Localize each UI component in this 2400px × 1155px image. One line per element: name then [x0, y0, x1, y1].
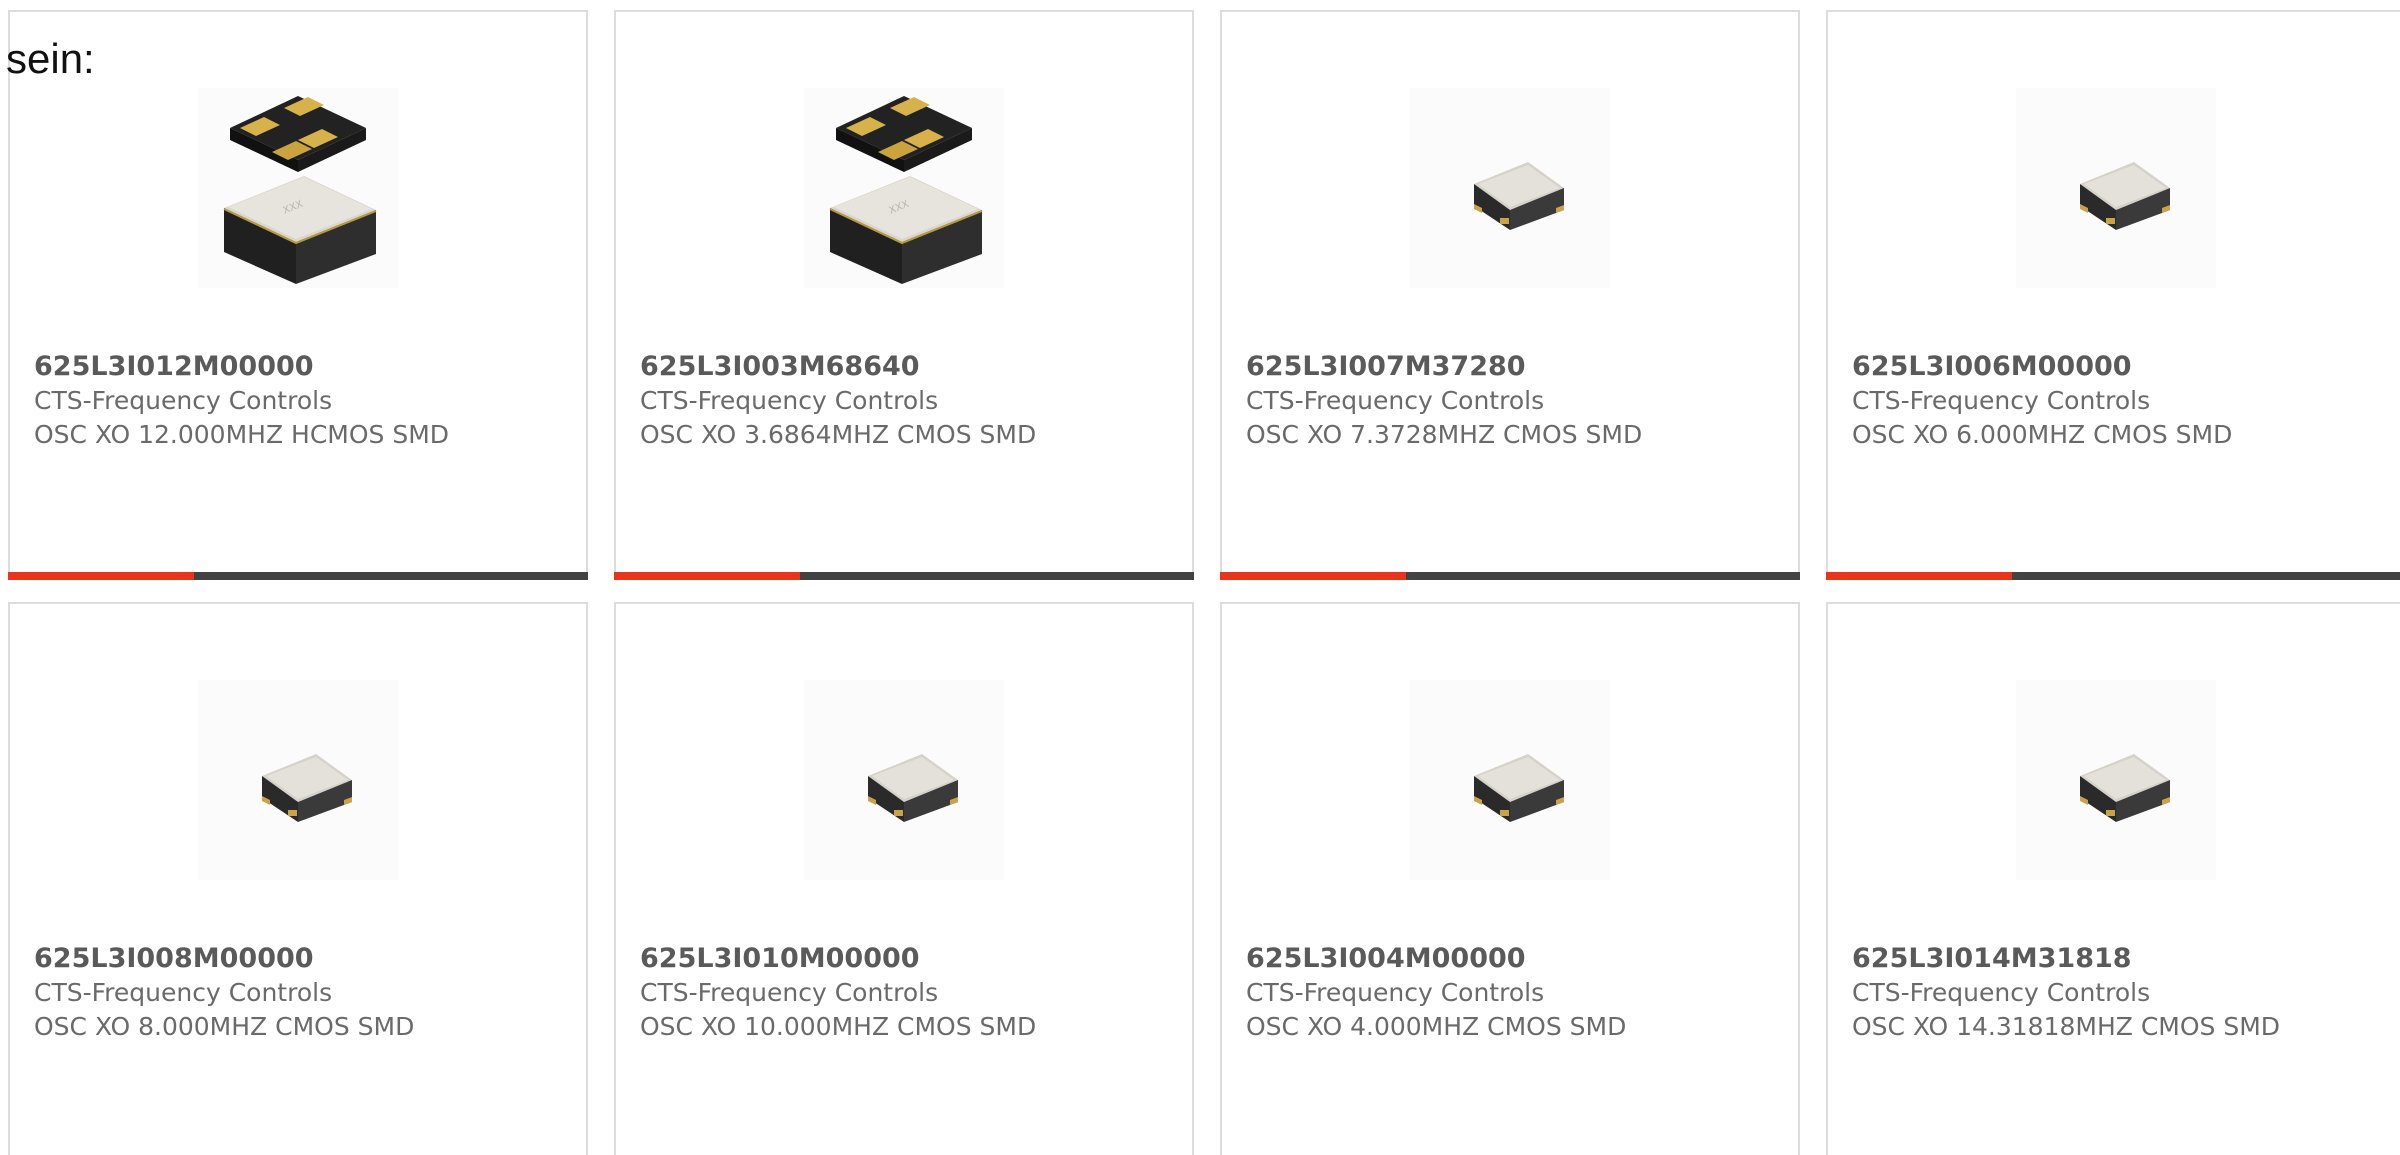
- smd-chip-icon: [2016, 680, 2216, 880]
- part-number-link[interactable]: 625L3I014M31818: [1852, 942, 2394, 976]
- product-info: 625L3I010M00000 CTS-Frequency Controls OSC…: [640, 942, 1182, 1044]
- card-progress-fill: [1220, 572, 1406, 580]
- smd-chip-icon: [804, 680, 1004, 880]
- product-card[interactable]: 625L3I004M00000 CTS-Frequency Controls OSC…: [1220, 602, 1800, 1155]
- product-card[interactable]: 625L3I003M68640 CTS-Frequency Controls OSC…: [614, 10, 1194, 580]
- card-progress-fill: [614, 572, 800, 580]
- card-progress-bar: [1826, 572, 2400, 580]
- card-progress-fill: [8, 572, 194, 580]
- product-card[interactable]: 625L3I008M00000 CTS-Frequency Controls OSC…: [8, 602, 588, 1155]
- product-info: 625L3I007M37280 CTS-Frequency Controls OSC…: [1246, 350, 1788, 452]
- product-info: 625L3I012M00000 CTS-Frequency Controls OSC…: [34, 350, 576, 452]
- product-grid: 625L3I012M00000 CTS-Frequency Controls OSC…: [8, 10, 2400, 1155]
- product-image[interactable]: [1410, 680, 1610, 880]
- oscillator-package-icon: [804, 88, 1004, 288]
- manufacturer-label: CTS-Frequency Controls: [34, 386, 333, 415]
- manufacturer-label: CTS-Frequency Controls: [34, 978, 333, 1007]
- manufacturer-label: CTS-Frequency Controls: [640, 978, 939, 1007]
- part-number-link[interactable]: 625L3I007M37280: [1246, 350, 1788, 384]
- card-progress-fill: [1826, 572, 2012, 580]
- part-number-link[interactable]: 625L3I008M00000: [34, 942, 576, 976]
- part-number-link[interactable]: 625L3I004M00000: [1246, 942, 1788, 976]
- manufacturer-label: CTS-Frequency Controls: [1852, 978, 2151, 1007]
- product-image[interactable]: [2016, 88, 2216, 288]
- product-info: 625L3I006M00000 CTS-Frequency Controls OSC…: [1852, 350, 2394, 452]
- product-card[interactable]: 625L3I006M00000 CTS-Frequency Controls OSC…: [1826, 10, 2400, 580]
- part-number-link[interactable]: 625L3I006M00000: [1852, 350, 2394, 384]
- product-image[interactable]: [1410, 88, 1610, 288]
- product-image[interactable]: [198, 680, 398, 880]
- card-progress-bar: [8, 572, 588, 580]
- product-description: OSC XO 8.000MHZ CMOS SMD: [34, 1012, 415, 1041]
- smd-chip-icon: [1410, 680, 1610, 880]
- part-number-link[interactable]: 625L3I010M00000: [640, 942, 1182, 976]
- product-card[interactable]: 625L3I007M37280 CTS-Frequency Controls OSC…: [1220, 10, 1800, 580]
- product-grid-page: sein: 625L3I012M00000 CTS-Frequency Contr…: [0, 0, 2400, 1155]
- manufacturer-label: CTS-Frequency Controls: [1246, 386, 1545, 415]
- product-image[interactable]: [804, 680, 1004, 880]
- product-description: OSC XO 7.3728MHZ CMOS SMD: [1246, 420, 1643, 449]
- manufacturer-label: CTS-Frequency Controls: [1852, 386, 2151, 415]
- smd-chip-icon: [198, 680, 398, 880]
- product-card[interactable]: 625L3I010M00000 CTS-Frequency Controls OSC…: [614, 602, 1194, 1155]
- part-number-link[interactable]: 625L3I012M00000: [34, 350, 576, 384]
- card-progress-bar: [1220, 572, 1800, 580]
- card-progress-bar: [614, 572, 1194, 580]
- product-description: OSC XO 10.000MHZ CMOS SMD: [640, 1012, 1037, 1041]
- product-description: OSC XO 3.6864MHZ CMOS SMD: [640, 420, 1037, 449]
- product-image[interactable]: [198, 88, 398, 288]
- smd-chip-icon: [2016, 88, 2216, 288]
- product-description: OSC XO 6.000MHZ CMOS SMD: [1852, 420, 2233, 449]
- manufacturer-label: CTS-Frequency Controls: [640, 386, 939, 415]
- product-image[interactable]: [804, 88, 1004, 288]
- product-description: OSC XO 14.31818MHZ CMOS SMD: [1852, 1012, 2281, 1041]
- product-info: 625L3I014M31818 CTS-Frequency Controls OSC…: [1852, 942, 2394, 1044]
- manufacturer-label: CTS-Frequency Controls: [1246, 978, 1545, 1007]
- product-info: 625L3I004M00000 CTS-Frequency Controls OSC…: [1246, 942, 1788, 1044]
- product-info: 625L3I008M00000 CTS-Frequency Controls OSC…: [34, 942, 576, 1044]
- product-card[interactable]: 625L3I012M00000 CTS-Frequency Controls OSC…: [8, 10, 588, 580]
- oscillator-package-icon: [198, 88, 398, 288]
- intro-text: sein:: [6, 35, 95, 82]
- product-description: OSC XO 4.000MHZ CMOS SMD: [1246, 1012, 1627, 1041]
- product-description: OSC XO 12.000MHZ HCMOS SMD: [34, 420, 450, 449]
- product-image[interactable]: [2016, 680, 2216, 880]
- product-info: 625L3I003M68640 CTS-Frequency Controls OSC…: [640, 350, 1182, 452]
- part-number-link[interactable]: 625L3I003M68640: [640, 350, 1182, 384]
- smd-chip-icon: [1410, 88, 1610, 288]
- product-card[interactable]: 625L3I014M31818 CTS-Frequency Controls OSC…: [1826, 602, 2400, 1155]
